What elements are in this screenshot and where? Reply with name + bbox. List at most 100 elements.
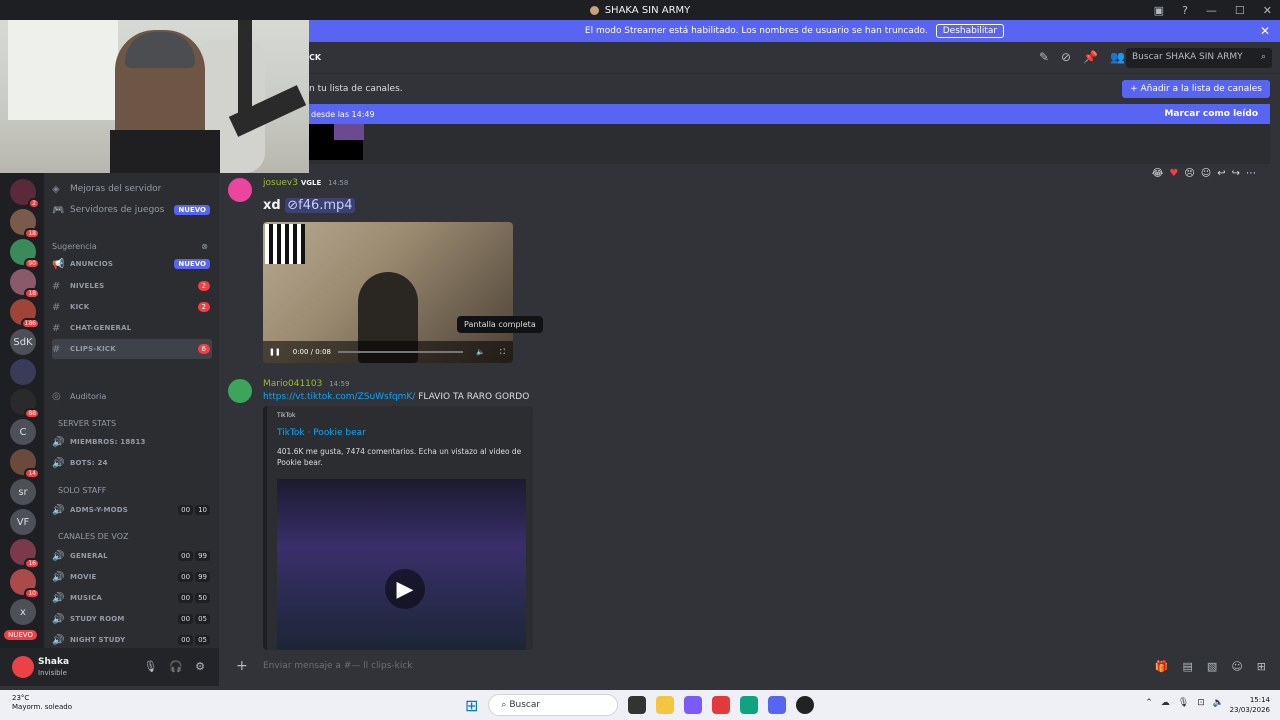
channel-members[interactable]: 🔊 MIEMBROS: 18813 — [52, 432, 212, 452]
volume-tray-icon[interactable]: 🔈 — [1213, 698, 1224, 708]
emoji-angry-icon[interactable]: 😣 — [1184, 168, 1194, 179]
avatar[interactable] — [12, 656, 34, 678]
add-reaction-icon[interactable]: ☺ — [1201, 168, 1211, 179]
video-progress[interactable] — [338, 351, 463, 353]
onedrive-icon[interactable]: ☁ — [1161, 698, 1170, 708]
guild-icon[interactable] — [10, 359, 36, 385]
guild-icon[interactable]: SdK — [10, 329, 36, 355]
play-icon[interactable]: ▶ — [385, 569, 425, 609]
guild-icon[interactable]: 90 — [10, 239, 40, 269]
unread-bar[interactable]: desde las 14:49 Marcar como leído — [309, 104, 1270, 124]
message-author[interactable]: Mario041103 14:59 — [263, 379, 349, 389]
attachment-link[interactable]: ⊘f46.mp4 — [285, 198, 355, 213]
edge-icon[interactable] — [740, 696, 759, 714]
help-icon[interactable]: ? — [1182, 4, 1188, 17]
guild-icon[interactable]: 2 — [10, 179, 40, 209]
category-server-stats[interactable]: SERVER STATS — [58, 419, 116, 428]
members-icon[interactable]: 👥 — [1110, 50, 1125, 64]
voice-musica[interactable]: 🔊 MUSICA 00 50 — [52, 588, 212, 608]
search-input[interactable]: Buscar SHAKA SIN ARMY ⌕ — [1126, 48, 1272, 68]
server-boost-item[interactable]: ◈ Mejoras del servidor — [52, 179, 212, 199]
video-player[interactable]: ❚❚ 0:00 / 0:08 🔈 ⛶ — [263, 222, 513, 363]
channel-adms[interactable]: 🔊 ADMS-Y-MODS 00 10 — [52, 500, 212, 520]
notifications-icon[interactable]: ⊘ — [1061, 50, 1071, 64]
add-attachment-icon[interactable]: + — [236, 658, 248, 674]
category-solo-staff[interactable]: SOLO STAFF — [58, 486, 106, 495]
message-author[interactable]: josuev3 VGLE 14:58 — [263, 178, 348, 188]
emoji-laugh-icon[interactable]: 😂 — [1152, 168, 1164, 179]
embed-video[interactable]: ▶ — [277, 479, 526, 650]
game-servers-item[interactable]: 🎮 Servidores de juegos NUEVO — [52, 200, 212, 220]
mark-read-button[interactable]: Marcar como leído — [1164, 109, 1258, 119]
inbox-icon[interactable]: ▣ — [1154, 4, 1164, 17]
guild-icon[interactable]: C — [10, 419, 36, 445]
unread-text: desde las 14:49 — [311, 109, 375, 119]
channel-chat-general[interactable]: # CHAT-GENERAL — [52, 318, 212, 338]
message-link[interactable]: https://vt.tiktok.com/ZSuWsfqmK/ — [263, 392, 415, 402]
app-icon[interactable] — [684, 696, 703, 714]
avatar[interactable] — [228, 178, 252, 202]
windows-start-icon[interactable]: ⊞ — [465, 696, 478, 715]
avatar[interactable] — [228, 379, 252, 403]
volume-icon[interactable]: 🔈 — [476, 348, 485, 356]
chevron-up-icon[interactable]: ⌃ — [1145, 698, 1153, 708]
threads-icon[interactable]: ✎ — [1039, 50, 1049, 64]
maximize-button[interactable]: ☐ — [1235, 4, 1245, 17]
mic-tray-icon[interactable]: 🎙 — [1178, 698, 1189, 708]
disable-streamer-button[interactable]: Deshabilitar — [935, 24, 1005, 38]
more-icon[interactable]: ⋯ — [1246, 168, 1256, 179]
fullscreen-icon[interactable]: ⛶ — [500, 348, 505, 357]
channel-niveles[interactable]: # NIVELES 2 — [52, 276, 212, 296]
apps-icon[interactable]: ⊞ — [1257, 660, 1266, 673]
task-view-icon[interactable] — [628, 696, 647, 714]
message-input[interactable]: Enviar mensaje a #— ll clips-kick — [263, 661, 413, 671]
gift-icon[interactable]: 🎁 — [1155, 660, 1169, 673]
reply-icon[interactable]: ↩ — [1217, 168, 1225, 179]
channel-anuncios[interactable]: 📢 ANUNCIOS NUEVO — [52, 254, 212, 274]
auditoria-item[interactable]: ◎ Auditoria — [52, 386, 212, 406]
discord-icon[interactable] — [768, 696, 787, 714]
gif-icon[interactable]: ▤ — [1183, 660, 1193, 673]
voice-study-room[interactable]: 🔊 STUDY ROOM 00 05 — [52, 609, 212, 629]
guild-icon[interactable]: 88 — [10, 389, 40, 419]
guild-icon[interactable]: 18 — [10, 209, 40, 239]
obs-icon[interactable] — [796, 696, 815, 714]
guild-icon[interactable]: VF — [10, 509, 36, 535]
app-icon[interactable] — [712, 696, 731, 714]
guild-icon[interactable]: 10 — [10, 569, 40, 599]
emoji-icon[interactable]: ☺ — [1231, 660, 1242, 673]
close-banner-icon[interactable]: ✕ — [1260, 24, 1270, 38]
guild-icon[interactable]: x — [10, 599, 36, 625]
embed-title[interactable]: TikTok · Pookie bear — [277, 428, 366, 438]
category-voice[interactable]: CANALES DE VOZ — [58, 532, 129, 541]
file-explorer-icon[interactable] — [656, 696, 675, 714]
microphone-icon[interactable]: 🎙 — [143, 660, 157, 673]
channel-kick[interactable]: # KICK 2 — [52, 297, 212, 317]
minimize-button[interactable]: — — [1206, 4, 1217, 17]
headphones-icon[interactable]: 🎧 — [169, 660, 183, 673]
weather-widget[interactable]: 23°C Mayorm. soleado — [12, 694, 72, 712]
channel-clips-kick[interactable]: # CLIPS-KICK 6 — [52, 339, 212, 359]
close-suggestion-icon[interactable]: ⊗ — [201, 242, 208, 251]
voice-general[interactable]: 🔊 GENERAL 00 99 — [52, 546, 212, 566]
close-button[interactable]: ✕ — [1263, 4, 1272, 17]
settings-icon[interactable]: ⚙ — [195, 660, 205, 673]
forward-icon[interactable]: ↪ — [1232, 168, 1240, 179]
emoji-heart-icon[interactable]: ♥ — [1169, 168, 1178, 179]
voice-night-study[interactable]: 🔊 NIGHT STUDY 00 05 — [52, 630, 212, 648]
pin-icon[interactable]: 📌 — [1083, 50, 1098, 64]
guild-icon[interactable]: 18 — [10, 269, 40, 299]
guild-icon[interactable]: 16 — [10, 539, 40, 569]
taskbar-search[interactable]: ⌕ Buscar — [488, 694, 619, 716]
guild-icon[interactable]: 186 — [10, 299, 40, 329]
guild-icon[interactable]: 14 — [10, 449, 40, 479]
channel-bots[interactable]: 🔊 BOTS: 24 — [52, 453, 212, 473]
voice-movie[interactable]: 🔊 MOVIE 00 99 — [52, 567, 212, 587]
guild-icon[interactable]: sr — [10, 479, 36, 505]
add-to-channels-button[interactable]: + Añadir a la lista de canales — [1122, 80, 1270, 98]
sticker-icon[interactable]: ▧ — [1207, 660, 1217, 673]
message-composer[interactable]: + Enviar mensaje a #— ll clips-kick 🎁 ▤ … — [228, 656, 1280, 678]
pause-icon[interactable]: ❚❚ — [269, 348, 281, 356]
clock[interactable]: 15:14 23/03/2026 — [1230, 695, 1270, 715]
network-icon[interactable]: ⊡ — [1197, 698, 1205, 708]
